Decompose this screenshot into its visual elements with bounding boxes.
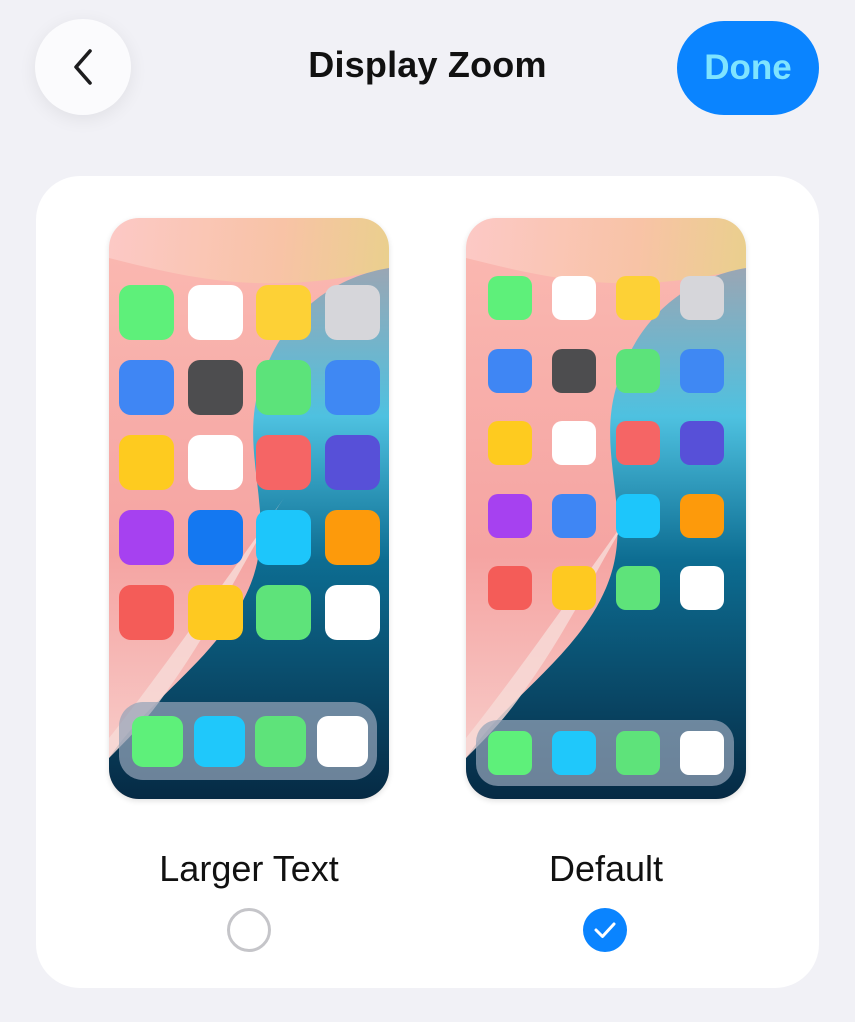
app-icon <box>680 276 724 320</box>
dock-app-icon <box>680 731 724 775</box>
done-button[interactable]: Done <box>677 21 819 115</box>
app-icon <box>488 348 532 393</box>
app-icon <box>488 493 532 538</box>
app-icon <box>552 276 596 320</box>
app-icon <box>256 585 311 640</box>
app-icon <box>256 360 311 415</box>
app-icon <box>256 285 311 340</box>
dock-app-icon <box>616 731 660 775</box>
app-icon <box>324 585 380 640</box>
app-icon <box>256 435 311 490</box>
app-icon <box>119 510 174 565</box>
app-icon <box>680 493 724 538</box>
app-icon <box>552 566 596 610</box>
default-radio[interactable] <box>583 908 627 952</box>
app-icon <box>488 566 532 610</box>
app-icon <box>187 435 243 490</box>
app-icon <box>552 348 596 393</box>
app-icon <box>324 435 380 490</box>
larger-text-label: Larger Text <box>159 848 339 889</box>
app-icon <box>119 285 174 340</box>
app-icon <box>616 421 660 465</box>
app-icon <box>119 435 174 490</box>
app-icon <box>552 421 596 465</box>
dock-app-icon <box>193 716 245 767</box>
app-icon <box>187 510 243 565</box>
dock-app-icon <box>552 731 596 775</box>
app-icon <box>324 510 380 565</box>
app-icon <box>680 348 724 393</box>
app-icon <box>187 285 243 340</box>
app-icon <box>552 493 596 538</box>
app-icon <box>324 285 380 340</box>
app-icon <box>616 566 660 610</box>
checkmark-icon <box>594 922 616 938</box>
larger-text-preview[interactable] <box>109 218 389 799</box>
app-icon <box>187 585 243 640</box>
app-icon <box>488 421 532 465</box>
dock-app-icon <box>255 716 306 767</box>
larger-text-radio[interactable] <box>227 908 271 952</box>
app-icon <box>616 348 660 393</box>
default-label: Default <box>548 848 664 889</box>
app-icon <box>119 585 174 640</box>
app-icon <box>680 421 724 465</box>
app-icon <box>256 510 311 565</box>
app-icon <box>187 360 243 415</box>
app-icon <box>680 566 724 610</box>
dock-app-icon <box>132 716 183 767</box>
app-icon <box>119 360 174 415</box>
app-icon <box>324 360 380 415</box>
app-icon <box>616 276 660 320</box>
default-preview[interactable] <box>466 218 746 799</box>
app-icon <box>488 276 532 320</box>
app-icon <box>616 493 660 538</box>
dock-app-icon <box>316 716 368 767</box>
dock-app-icon <box>488 731 532 775</box>
